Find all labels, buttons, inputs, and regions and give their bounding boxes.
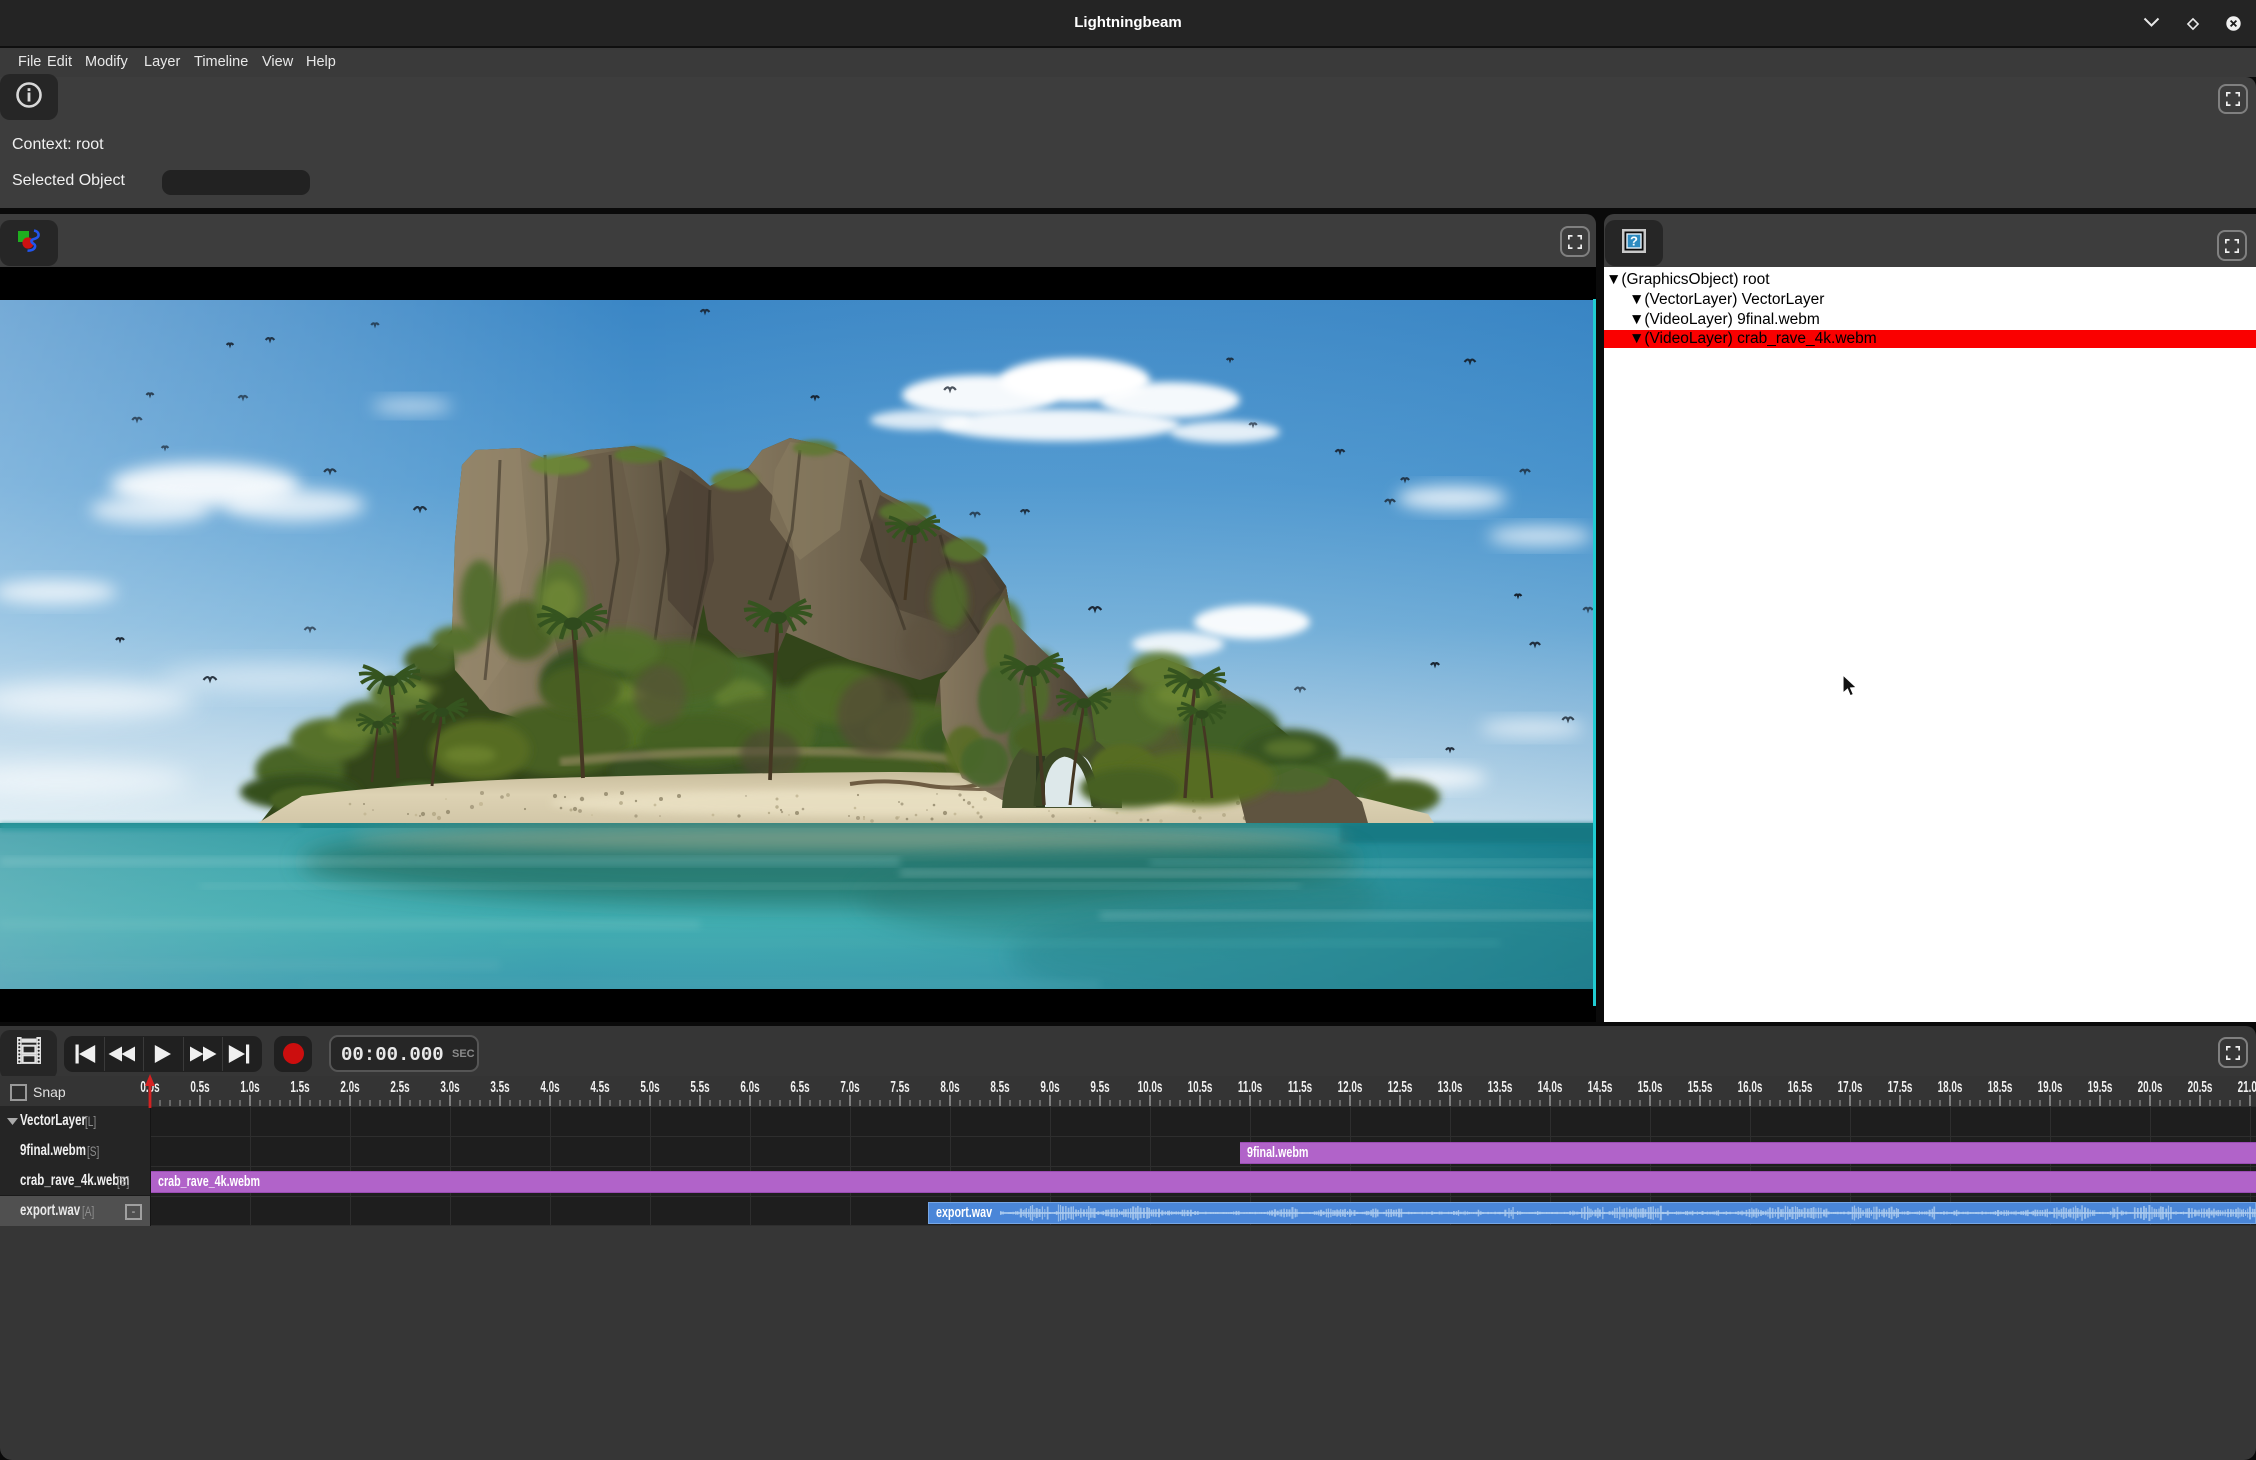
svg-text:?: ? — [1630, 234, 1638, 249]
